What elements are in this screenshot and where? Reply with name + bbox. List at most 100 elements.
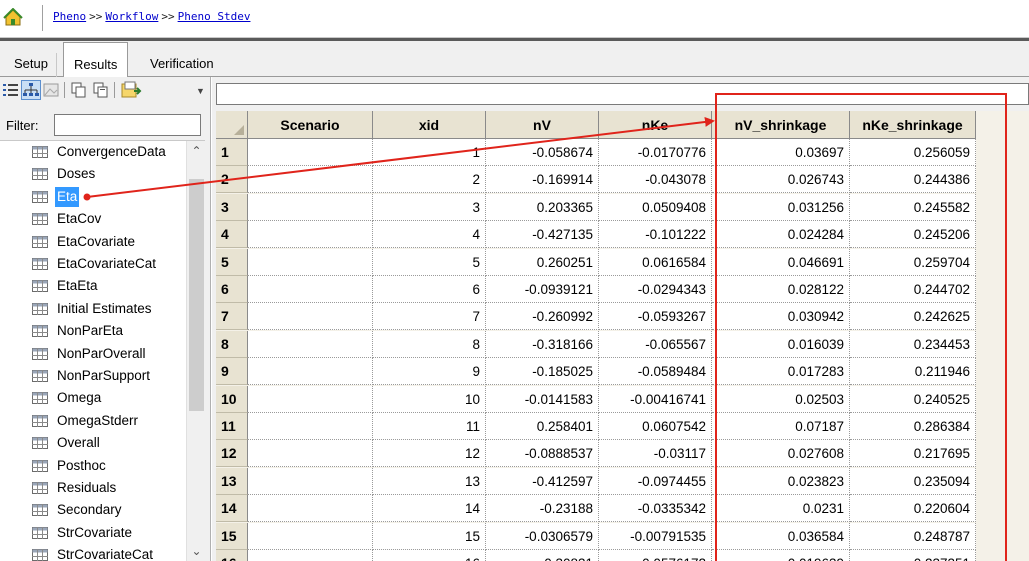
table-cell[interactable]: 7 (373, 303, 486, 330)
tree-view-icon[interactable] (21, 80, 41, 100)
table-cell[interactable]: -0.0306579 (486, 523, 599, 550)
row-header[interactable]: 3 (216, 194, 248, 221)
row-header[interactable]: 5 (216, 249, 248, 276)
table-cell[interactable]: 13 (373, 468, 486, 495)
table-cell[interactable]: -0.00791535 (599, 523, 712, 550)
table-cell[interactable]: 4 (373, 221, 486, 248)
table-cell[interactable]: 0.016039 (712, 331, 850, 358)
table-cell[interactable]: 0.256059 (850, 139, 976, 166)
table-cell[interactable]: -0.169914 (486, 166, 599, 193)
select-all-corner[interactable] (216, 111, 248, 139)
row-header[interactable]: 15 (216, 523, 248, 550)
home-icon[interactable] (3, 8, 23, 26)
table-cell[interactable]: 0.024284 (712, 221, 850, 248)
table-cell[interactable] (248, 495, 373, 522)
table-cell[interactable]: 12 (373, 440, 486, 467)
table-cell[interactable]: 0.031256 (712, 194, 850, 221)
table-cell[interactable]: -0.0888537 (486, 440, 599, 467)
table-cell[interactable]: -0.0335342 (599, 495, 712, 522)
row-header[interactable]: 9 (216, 358, 248, 385)
table-cell[interactable]: -0.0141583 (486, 386, 599, 413)
table-cell[interactable]: 0.028122 (712, 276, 850, 303)
breadcrumb-pheno-stdev[interactable]: Pheno Stdev (178, 10, 251, 23)
table-cell[interactable]: 0.0616584 (599, 249, 712, 276)
column-header-xid[interactable]: xid (373, 111, 486, 139)
row-header[interactable]: 12 (216, 440, 248, 467)
row-header[interactable]: 11 (216, 413, 248, 440)
table-cell[interactable]: 0.244702 (850, 276, 976, 303)
cell-value-bar[interactable] (216, 83, 1029, 105)
table-cell[interactable] (248, 440, 373, 467)
table-cell[interactable] (248, 413, 373, 440)
table-cell[interactable]: 0.242625 (850, 303, 976, 330)
table-cell[interactable]: 11 (373, 413, 486, 440)
table-cell[interactable]: 0.03697 (712, 139, 850, 166)
tree-scrollbar[interactable]: ⌃ ⌄ (186, 141, 205, 561)
list-view-icon[interactable] (2, 81, 20, 99)
table-cell[interactable]: 0.245206 (850, 221, 976, 248)
table-cell[interactable]: 0.286384 (850, 413, 976, 440)
table-cell[interactable]: -0.427135 (486, 221, 599, 248)
table-cell[interactable] (248, 358, 373, 385)
table-cell[interactable]: 6 (373, 276, 486, 303)
table-cell[interactable] (248, 221, 373, 248)
table-cell[interactable] (248, 303, 373, 330)
table-cell[interactable] (248, 468, 373, 495)
table-cell[interactable]: 0.026743 (712, 166, 850, 193)
row-header[interactable]: 4 (216, 221, 248, 248)
tab-setup[interactable]: Setup (6, 53, 57, 77)
table-cell[interactable]: 8 (373, 331, 486, 358)
table-cell[interactable]: 0.07187 (712, 413, 850, 440)
breadcrumb-pheno[interactable]: Pheno (53, 10, 86, 23)
table-cell[interactable]: 10 (373, 386, 486, 413)
table-cell[interactable]: -0.058674 (486, 139, 599, 166)
copy-all-icon[interactable] (92, 81, 110, 99)
row-header[interactable]: 16 (216, 550, 248, 561)
scrollbar-thumb[interactable] (189, 179, 204, 411)
table-cell[interactable]: -0.0593267 (599, 303, 712, 330)
table-cell[interactable]: -0.03117 (599, 440, 712, 467)
table-cell[interactable]: 0.017283 (712, 358, 850, 385)
table-cell[interactable]: 0.030942 (712, 303, 850, 330)
table-cell[interactable]: -0.23188 (486, 495, 599, 522)
table-cell[interactable]: -0.318166 (486, 331, 599, 358)
table-cell[interactable]: 0.203365 (486, 194, 599, 221)
table-cell[interactable]: 0.235094 (850, 468, 976, 495)
chevron-down-icon[interactable]: ▼ (196, 86, 205, 96)
table-cell[interactable]: 14 (373, 495, 486, 522)
column-header-nv[interactable]: nV (486, 111, 599, 139)
column-header-nke[interactable]: nKe (599, 111, 712, 139)
table-cell[interactable]: 0.248787 (850, 523, 976, 550)
table-cell[interactable] (248, 249, 373, 276)
table-cell[interactable]: 0.260251 (486, 249, 599, 276)
row-header[interactable]: 8 (216, 331, 248, 358)
table-cell[interactable]: -0.043078 (599, 166, 712, 193)
scroll-up-icon[interactable]: ⌃ (187, 143, 206, 159)
table-cell[interactable]: 0.240525 (850, 386, 976, 413)
table-cell[interactable]: 0.220604 (850, 495, 976, 522)
breadcrumb-workflow[interactable]: Workflow (105, 10, 158, 23)
table-cell[interactable]: -0.185025 (486, 358, 599, 385)
table-cell[interactable]: 0.30831 (486, 550, 599, 561)
table-cell[interactable]: -0.00416741 (599, 386, 712, 413)
table-cell[interactable]: 0.258401 (486, 413, 599, 440)
table-cell[interactable] (248, 166, 373, 193)
table-cell[interactable]: 0.0576172 (599, 550, 712, 561)
row-header[interactable]: 13 (216, 468, 248, 495)
table-cell[interactable]: -0.260992 (486, 303, 599, 330)
table-cell[interactable] (248, 139, 373, 166)
table-cell[interactable]: 16 (373, 550, 486, 561)
table-cell[interactable]: 3 (373, 194, 486, 221)
column-header-scenario[interactable]: Scenario (248, 111, 373, 139)
table-cell[interactable]: -0.0939121 (486, 276, 599, 303)
table-cell[interactable]: 9 (373, 358, 486, 385)
table-cell[interactable]: 0.245582 (850, 194, 976, 221)
table-cell[interactable]: 0.211946 (850, 358, 976, 385)
scroll-down-icon[interactable]: ⌄ (187, 543, 206, 559)
table-cell[interactable] (248, 523, 373, 550)
table-cell[interactable]: 0.244386 (850, 166, 976, 193)
table-cell[interactable]: 2 (373, 166, 486, 193)
tab-verification[interactable]: Verification (142, 53, 222, 77)
row-header[interactable]: 14 (216, 495, 248, 522)
column-header-nv-shrinkage[interactable]: nV_shrinkage (712, 111, 850, 139)
